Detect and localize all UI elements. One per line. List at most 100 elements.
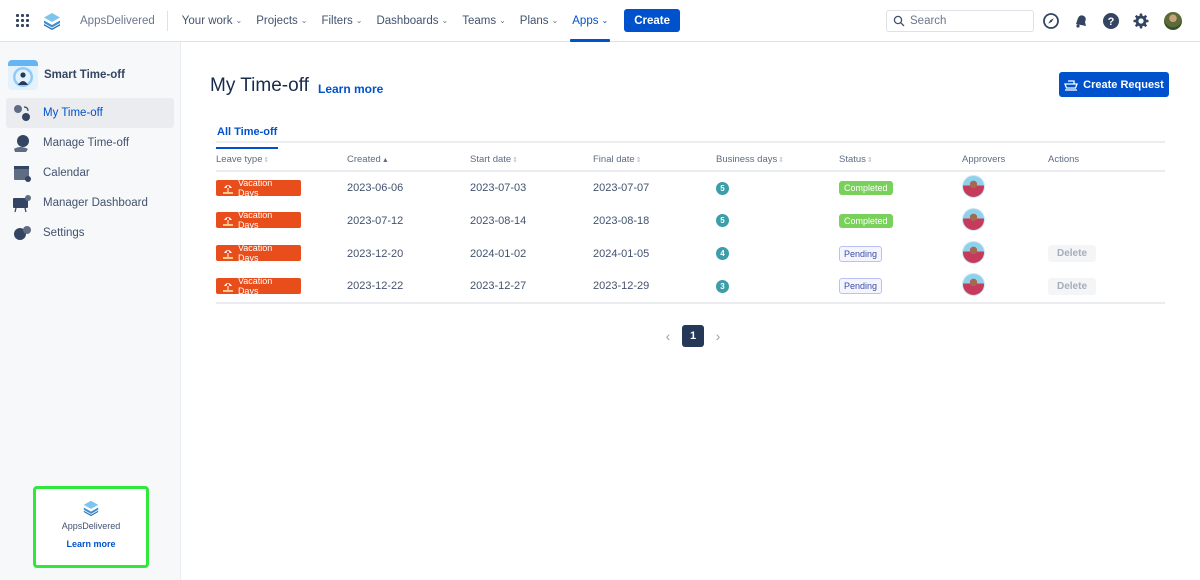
- search-box[interactable]: [886, 10, 1034, 32]
- sort-icon: ⇕: [778, 156, 785, 164]
- smart-timeoff-logo: [8, 60, 38, 90]
- dashboard-icon: [13, 195, 31, 213]
- column-label: Leave type: [216, 153, 263, 165]
- search-input[interactable]: [910, 15, 1030, 27]
- delete-button[interactable]: Delete: [1048, 245, 1097, 262]
- sidebar-item-label: Manage Time-off: [43, 137, 130, 149]
- column-label: Business days: [716, 153, 778, 165]
- profile-avatar[interactable]: [1164, 12, 1182, 30]
- nav-teams[interactable]: Teams ⌄: [462, 0, 506, 42]
- table-row[interactable]: Vacation Days 2023-06-06 2023-07-03 2023…: [216, 171, 1165, 204]
- start-date: 2023-08-14: [470, 214, 527, 227]
- nav-label: Projects: [256, 14, 298, 27]
- notifications-icon[interactable]: [1072, 12, 1090, 30]
- previous-page-button[interactable]: ‹: [660, 328, 676, 344]
- column-header-status[interactable]: Status⇕: [839, 148, 962, 172]
- sidebar-item-label: Manager Dashboard: [43, 197, 148, 209]
- sidebar-item-manager-dashboard[interactable]: Manager Dashboard: [6, 188, 174, 218]
- sidebar-item-calendar[interactable]: Calendar: [6, 158, 174, 188]
- create-request-label: Create Request: [1083, 78, 1164, 91]
- appsdelivered-logo: [83, 500, 99, 517]
- sidebar-menu: My Time-off Manage Time-off Calendar Man…: [0, 98, 180, 248]
- chevron-down-icon: ⌄: [300, 16, 308, 25]
- start-date: 2024-01-02: [470, 247, 527, 260]
- final-date: 2023-08-18: [593, 214, 650, 227]
- business-days-badge: 5: [716, 181, 729, 195]
- approver-avatar[interactable]: [962, 175, 985, 198]
- table-row[interactable]: Vacation Days 2023-12-20 2024-01-02 2024…: [216, 237, 1165, 270]
- final-date: 2023-12-29: [593, 270, 716, 304]
- main-content: My Time-off Learn more Create Request Al…: [182, 42, 1200, 580]
- nav-plans[interactable]: Plans ⌄: [520, 0, 558, 42]
- learn-more-link[interactable]: Learn more: [318, 82, 383, 96]
- leave-type-badge[interactable]: Vacation Days: [216, 178, 301, 198]
- beach-umbrella-icon: [222, 184, 233, 194]
- sidebar-item-manage-timeoff[interactable]: Manage Time-off: [6, 128, 174, 158]
- appsdelivered-promo: AppsDelivered Learn more: [33, 486, 149, 568]
- sidebar-item-my-timeoff[interactable]: My Time-off: [6, 98, 174, 128]
- column-header-business-days[interactable]: Business days⇕: [716, 148, 839, 172]
- column-header-created[interactable]: Created▲: [347, 148, 470, 172]
- final-date: 2023-07-07: [593, 182, 650, 194]
- calendar-icon: [14, 166, 31, 182]
- tab-bar: All Time-off: [216, 122, 1165, 149]
- sidebar-item-label: My Time-off: [43, 107, 103, 119]
- page-title: My Time-off: [210, 75, 309, 96]
- column-label: Approvers: [962, 153, 1006, 165]
- promo-learn-more-link[interactable]: Learn more: [66, 539, 115, 549]
- help-icon[interactable]: ?: [1102, 12, 1120, 30]
- nav-label: Plans: [519, 14, 549, 27]
- status-badge: Pending: [839, 278, 883, 294]
- start-date: 2023-12-27: [470, 270, 593, 304]
- leave-type-label: Vacation Days: [237, 210, 273, 230]
- compass-icon[interactable]: [1042, 12, 1060, 30]
- appsdelivered-logo[interactable]: [42, 11, 62, 31]
- top-navigation: AppsDelivered Your work ⌄ Projects ⌄ Filte…: [0, 0, 1200, 42]
- settings-icon: [14, 226, 31, 240]
- nav-label: Teams: [462, 14, 497, 27]
- start-date: 2023-07-03: [470, 182, 527, 194]
- nav-filters[interactable]: Filters ⌄: [321, 0, 362, 42]
- create-request-button[interactable]: Create Request: [1059, 72, 1169, 97]
- column-header-final-date[interactable]: Final date⇕: [593, 148, 716, 172]
- column-header-leave-type[interactable]: Leave type⇕: [216, 148, 347, 172]
- page-button-current[interactable]: 1: [682, 325, 704, 347]
- final-date: 2024-01-05: [593, 247, 650, 260]
- search-icon: [893, 15, 905, 27]
- nav-label: Filters: [321, 14, 353, 27]
- column-label: Actions: [1048, 153, 1080, 165]
- approver-avatar[interactable]: [962, 273, 985, 296]
- table-row[interactable]: Vacation Days 2023-12-22 2023-12-27 2023…: [216, 270, 1165, 304]
- approver-avatar[interactable]: [962, 240, 985, 264]
- pagination: ‹ 1 ›: [660, 325, 726, 347]
- settings-icon[interactable]: [1132, 12, 1150, 30]
- brand-name[interactable]: AppsDelivered: [80, 10, 168, 31]
- created-date: 2023-07-12: [347, 214, 404, 227]
- column-header-start-date[interactable]: Start date⇕: [470, 148, 593, 172]
- svg-text:?: ?: [1108, 16, 1115, 28]
- tab-all-timeoff[interactable]: All Time-off: [216, 126, 279, 149]
- sidebar-item-settings[interactable]: Settings: [6, 218, 174, 248]
- approver-avatar[interactable]: [962, 207, 985, 231]
- chevron-down-icon: ⌄: [235, 16, 243, 25]
- nav-your-work[interactable]: Your work ⌄: [182, 0, 242, 42]
- created-date: 2023-12-20: [347, 247, 404, 260]
- chevron-down-icon: ⌄: [355, 16, 363, 25]
- sort-icon: ⇕: [866, 156, 873, 164]
- app-switcher-icon[interactable]: [16, 13, 30, 28]
- table-row[interactable]: Vacation Days 2023-07-12 2023-08-14 2023…: [216, 204, 1165, 237]
- leave-type-badge[interactable]: Vacation Days: [216, 243, 301, 263]
- leave-type-badge[interactable]: Vacation Days: [216, 210, 301, 230]
- create-button[interactable]: Create: [624, 9, 680, 32]
- beach-umbrella-icon: [222, 282, 233, 292]
- nav-dashboards[interactable]: Dashboards ⌄: [376, 0, 448, 42]
- delete-button[interactable]: Delete: [1048, 277, 1097, 295]
- leave-type-badge[interactable]: Vacation Days: [216, 276, 301, 296]
- status-badge: Pending: [839, 245, 883, 262]
- nav-label: Dashboards: [376, 14, 439, 27]
- column-label: Status: [839, 153, 866, 165]
- next-page-button[interactable]: ›: [710, 328, 726, 344]
- nav-apps[interactable]: Apps ⌄: [570, 0, 611, 42]
- nav-projects[interactable]: Projects ⌄: [256, 0, 307, 42]
- nav-label: Your work: [181, 14, 233, 27]
